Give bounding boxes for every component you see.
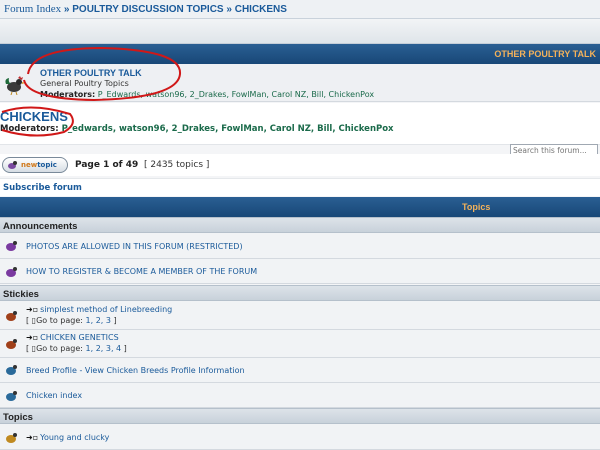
sticky-pin-icon: ➜▫	[26, 305, 39, 314]
new-topic-button[interactable]: newtopic	[2, 157, 68, 173]
announcement-row[interactable]: HOW TO REGISTER & BECOME A MEMBER OF THE…	[0, 259, 600, 284]
moderator-list[interactable]: P_edwards, watson96, 2_Drakes, FowlMan, …	[62, 124, 394, 134]
breadcrumb: Forum Index » POULTRY DISCUSSION TOPICS …	[0, 0, 600, 19]
topic-title-link[interactable]: ➜▫ simplest method of Linebreeding	[26, 305, 172, 314]
sticky-icon	[6, 339, 17, 349]
topic-title-link[interactable]: Chicken index	[26, 391, 82, 400]
forum-heading: CHICKENS Moderators: P_edwards, watson96…	[0, 103, 600, 155]
breadcrumb-separator: »	[226, 4, 232, 15]
sticky-icon	[6, 391, 17, 401]
topic-title-link[interactable]: PHOTOS ARE ALLOWED IN THIS FORUM (RESTRI…	[26, 242, 243, 251]
category-stickies: Stickies	[0, 285, 600, 301]
topics-header: Topics	[0, 197, 600, 217]
annotation-circle	[23, 46, 182, 102]
page-indicator: Page 1 of 49	[75, 160, 139, 170]
topic-icon	[6, 433, 17, 443]
topic-row[interactable]: ➜▫ Young and clucky	[0, 424, 600, 450]
subscribe-forum-link[interactable]: Subscribe forum	[3, 183, 82, 193]
topic-title-link[interactable]: ➜▫ Young and clucky	[26, 433, 109, 442]
new-topic-label: newtopic	[21, 161, 57, 169]
chick-icon	[8, 161, 17, 169]
breadcrumb-poultry-discussion[interactable]: POULTRY DISCUSSION TOPICS	[72, 4, 223, 15]
page-links: [ ▯Go to page: 1, 2, 3, 4 ]	[26, 344, 127, 353]
breadcrumb-separator: »	[63, 4, 70, 15]
category-announcements: Announcements	[0, 217, 600, 233]
page-number-links[interactable]: 1, 2, 3	[86, 316, 111, 325]
page-number-links[interactable]: 1, 2, 3, 4	[86, 344, 122, 353]
announcement-icon	[6, 267, 17, 277]
subforum-row: OTHER POULTRY TALK General Poultry Topic…	[0, 46, 600, 102]
sticky-row[interactable]: Chicken index	[0, 383, 600, 408]
breadcrumb-forum-index[interactable]: Forum Index	[4, 3, 61, 15]
sticky-pin-icon: ➜▫	[26, 333, 39, 342]
topic-title-link[interactable]: ➜▫ CHICKEN GENETICS	[26, 333, 119, 342]
sticky-row[interactable]: Breed Profile - View Chicken Breeds Prof…	[0, 358, 600, 383]
announcement-icon	[6, 241, 17, 251]
subscribe-row: Subscribe forum	[0, 178, 600, 196]
page-links: [ ▯Go to page: 1, 2, 3 ]	[26, 316, 117, 325]
header-spacer	[0, 19, 600, 44]
pagination-bar: newtopic Page 1 of 49 [ 2435 topics ]	[0, 154, 600, 176]
annotation-circle	[1, 106, 74, 137]
sticky-icon	[6, 311, 17, 321]
topic-title-link[interactable]: HOW TO REGISTER & BECOME A MEMBER OF THE…	[26, 267, 257, 276]
sticky-row[interactable]: ➜▫ CHICKEN GENETICS [ ▯Go to page: 1, 2, …	[0, 330, 600, 358]
topic-count: [ 2435 topics ]	[144, 160, 210, 170]
topic-status-icon: ➜▫	[26, 433, 39, 442]
breadcrumb-chickens[interactable]: CHICKENS	[235, 4, 287, 15]
sticky-row[interactable]: ➜▫ simplest method of Linebreeding [ ▯Go …	[0, 301, 600, 330]
sticky-icon	[6, 365, 17, 375]
category-topics: Topics	[0, 408, 600, 424]
topic-title-link[interactable]: Breed Profile - View Chicken Breeds Prof…	[26, 366, 245, 375]
announcement-row[interactable]: PHOTOS ARE ALLOWED IN THIS FORUM (RESTRI…	[0, 233, 600, 259]
